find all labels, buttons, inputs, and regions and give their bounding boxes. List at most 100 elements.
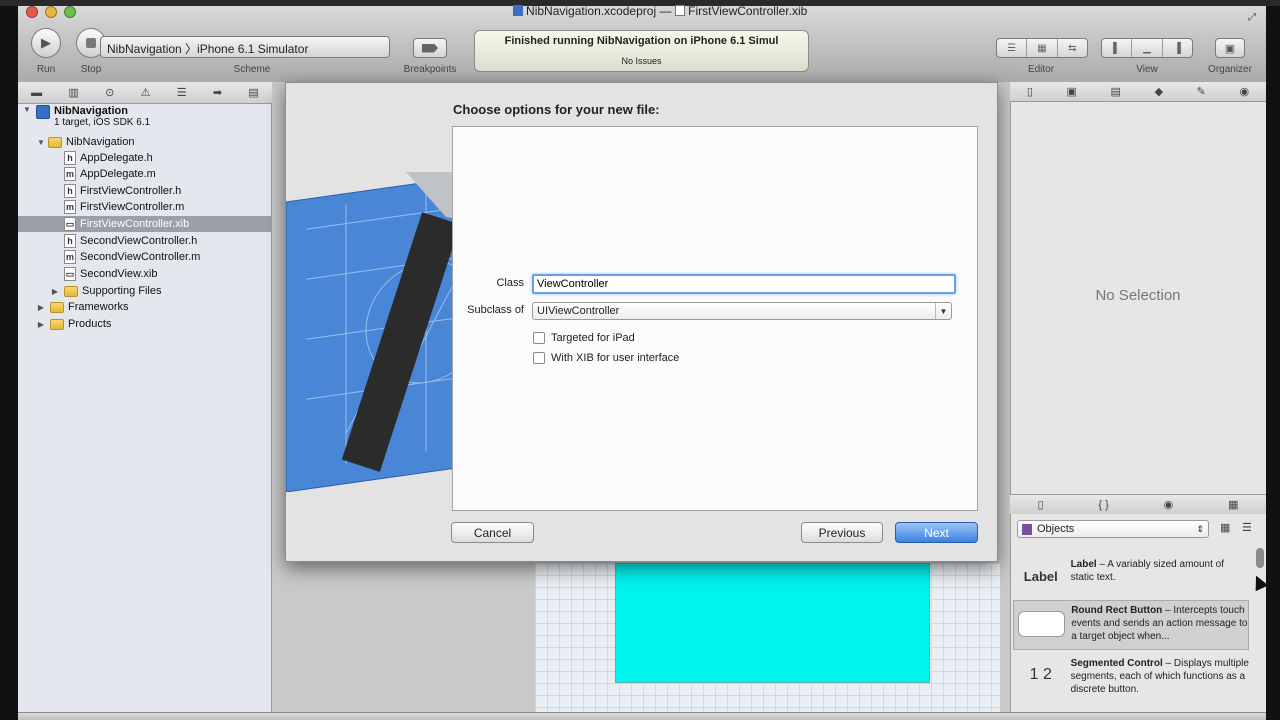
- library-item-name: Label: [1070, 559, 1097, 570]
- stop-label: Stop: [80, 64, 102, 75]
- header-file-icon: h: [64, 234, 76, 248]
- media-library-icon[interactable]: ▦: [1228, 498, 1238, 511]
- editor-mode-control[interactable]: ☰ ▦ ⇆: [996, 38, 1088, 58]
- zoom-window-button[interactable]: [64, 6, 76, 18]
- file-template-library-icon[interactable]: ▯: [1037, 498, 1043, 511]
- tree-item-file[interactable]: h AppDelegate.h: [18, 150, 272, 166]
- project-subtitle: 1 target, iOS SDK 6.1: [54, 117, 151, 128]
- debug-navigator-icon[interactable]: ☰: [177, 86, 187, 99]
- subclass-select[interactable]: UIViewController: [532, 302, 952, 320]
- standard-editor-icon[interactable]: ☰: [997, 39, 1028, 57]
- tree-item-group[interactable]: ▶ Supporting Files: [18, 283, 272, 299]
- next-button[interactable]: Next: [895, 522, 978, 543]
- xib-file-icon: ▭: [64, 267, 76, 281]
- xib-option[interactable]: With XIB for user interface: [533, 352, 679, 364]
- library-filter-value: Objects: [1037, 523, 1075, 535]
- tree-item-file[interactable]: m AppDelegate.m: [18, 166, 272, 182]
- tree-item-file[interactable]: m FirstViewController.m: [18, 199, 272, 215]
- class-name-field[interactable]: [532, 274, 956, 294]
- sheet-title: Choose options for your new file:: [453, 102, 660, 117]
- symbol-navigator-icon[interactable]: ▥: [68, 86, 78, 99]
- run-label: Run: [36, 64, 56, 75]
- disclosure-closed-icon[interactable]: ▶: [36, 320, 46, 329]
- window-title-separator: —: [659, 4, 672, 18]
- disclosure-open-icon[interactable]: ▼: [36, 138, 46, 147]
- identity-inspector-icon[interactable]: ▤: [1111, 85, 1121, 98]
- cancel-button[interactable]: Cancel: [451, 522, 534, 543]
- tree-item-file[interactable]: h FirstViewController.h: [18, 183, 272, 199]
- utilities-toggle-icon[interactable]: ▐: [1163, 39, 1192, 57]
- project-navigator-icon[interactable]: ▬: [31, 87, 42, 99]
- library-item-description: Segmented Control – Displays multiple se…: [1071, 654, 1249, 696]
- library-scrollbar[interactable]: [1256, 548, 1264, 568]
- list-view-icon[interactable]: ☰: [1242, 521, 1252, 534]
- tree-item-group[interactable]: ▶ Products: [18, 316, 272, 332]
- disclosure-open-icon[interactable]: ▼: [22, 105, 32, 114]
- navigator-toggle-icon[interactable]: ▌: [1102, 39, 1133, 57]
- subclass-label: Subclass of: [467, 304, 524, 316]
- size-inspector-icon[interactable]: ✎: [1197, 85, 1206, 98]
- xib-file-icon: ▭: [64, 217, 76, 231]
- fullscreen-icon[interactable]: ⤢: [1248, 12, 1256, 23]
- library-item-selected[interactable]: Round Rect Button – Intercepts touch eve…: [1013, 600, 1249, 650]
- tree-item-label: SecondView.xib: [80, 268, 158, 280]
- chevron-down-icon[interactable]: ▼: [935, 303, 951, 319]
- tree-item-label: FirstViewController.h: [80, 185, 182, 197]
- xib-checkbox[interactable]: [533, 352, 545, 364]
- folder-icon: [48, 136, 62, 148]
- tree-item-group[interactable]: ▼ NibNavigation: [18, 134, 272, 150]
- issue-navigator-icon[interactable]: ⚠: [141, 86, 151, 99]
- quick-help-icon[interactable]: ▣: [1067, 85, 1077, 98]
- scheme-selector[interactable]: NibNavigation 〉iPhone 6.1 Simulator: [100, 36, 390, 58]
- file-inspector-icon[interactable]: ▯: [1027, 85, 1033, 98]
- version-editor-icon[interactable]: ⇆: [1058, 39, 1087, 57]
- folder-icon: [64, 285, 78, 297]
- tree-item-file[interactable]: h SecondViewController.h: [18, 233, 272, 249]
- tree-item-label: AppDelegate.h: [80, 152, 153, 164]
- close-window-button[interactable]: [26, 6, 38, 18]
- cyan-view[interactable]: [615, 563, 930, 683]
- project-root[interactable]: ▼ NibNavigation 1 target, iOS SDK 6.1: [18, 104, 272, 132]
- no-selection-text: No Selection: [1095, 287, 1181, 304]
- tree-item-file[interactable]: ▭ SecondView.xib: [18, 266, 272, 282]
- tree-item-file[interactable]: m SecondViewController.m: [18, 249, 272, 265]
- assistant-editor-icon[interactable]: ▦: [1027, 39, 1058, 57]
- connections-inspector-icon[interactable]: ◉: [1240, 85, 1250, 98]
- breakpoints-button[interactable]: [413, 38, 447, 58]
- disclosure-closed-icon[interactable]: ▶: [50, 287, 60, 296]
- window-title-file: FirstViewController.xib: [688, 4, 808, 18]
- search-navigator-icon[interactable]: ⊙: [105, 86, 114, 99]
- label-thumbnail: Label: [1023, 568, 1058, 584]
- minimize-window-button[interactable]: [45, 6, 57, 18]
- organizer-icon: ▣: [1224, 42, 1236, 55]
- run-button[interactable]: ▶: [31, 28, 61, 58]
- breakpoints-label: Breakpoints: [403, 64, 457, 75]
- view-toggle-control[interactable]: ▌ ▁ ▐: [1101, 38, 1193, 58]
- library-item-name: Segmented Control: [1070, 658, 1163, 669]
- attributes-inspector-icon[interactable]: ◆: [1155, 85, 1163, 98]
- project-name: NibNavigation: [54, 105, 128, 117]
- organizer-button[interactable]: ▣: [1215, 38, 1245, 58]
- organizer-label: Organizer: [1208, 64, 1252, 75]
- ipad-option[interactable]: Targeted for iPad: [533, 332, 635, 344]
- tree-item-group[interactable]: ▶ Frameworks: [18, 299, 272, 315]
- segmented-control-thumbnail: 1 2: [1029, 666, 1052, 683]
- editor-label: Editor: [1027, 64, 1055, 75]
- library-item[interactable]: Label Label – A variably sized amount of…: [1013, 555, 1249, 605]
- object-library-icon[interactable]: ◉: [1164, 498, 1174, 511]
- debug-area-toggle-icon[interactable]: ▁: [1132, 39, 1163, 57]
- tree-item-label: SecondViewController.m: [80, 251, 201, 263]
- code-snippet-library-icon[interactable]: { }: [1098, 499, 1108, 511]
- ipad-checkbox-label: Targeted for iPad: [551, 332, 635, 344]
- library-item[interactable]: 1 2 Segmented Control – Displays multipl…: [1013, 654, 1249, 704]
- grid-view-icon[interactable]: ▦: [1220, 521, 1230, 534]
- tree-item-file-selected[interactable]: ▭ FirstViewController.xib: [18, 216, 272, 232]
- library-filter-select[interactable]: Objects ⇕: [1017, 520, 1209, 538]
- previous-button[interactable]: Previous: [801, 522, 883, 543]
- ipad-checkbox[interactable]: [533, 332, 545, 344]
- log-navigator-icon[interactable]: ▤: [248, 86, 258, 99]
- breakpoint-navigator-icon[interactable]: ➡: [213, 86, 222, 99]
- disclosure-closed-icon[interactable]: ▶: [36, 303, 46, 312]
- objects-icon: [1022, 523, 1032, 535]
- window-title: NibNavigation.xcodeproj — FirstViewContr…: [470, 4, 850, 18]
